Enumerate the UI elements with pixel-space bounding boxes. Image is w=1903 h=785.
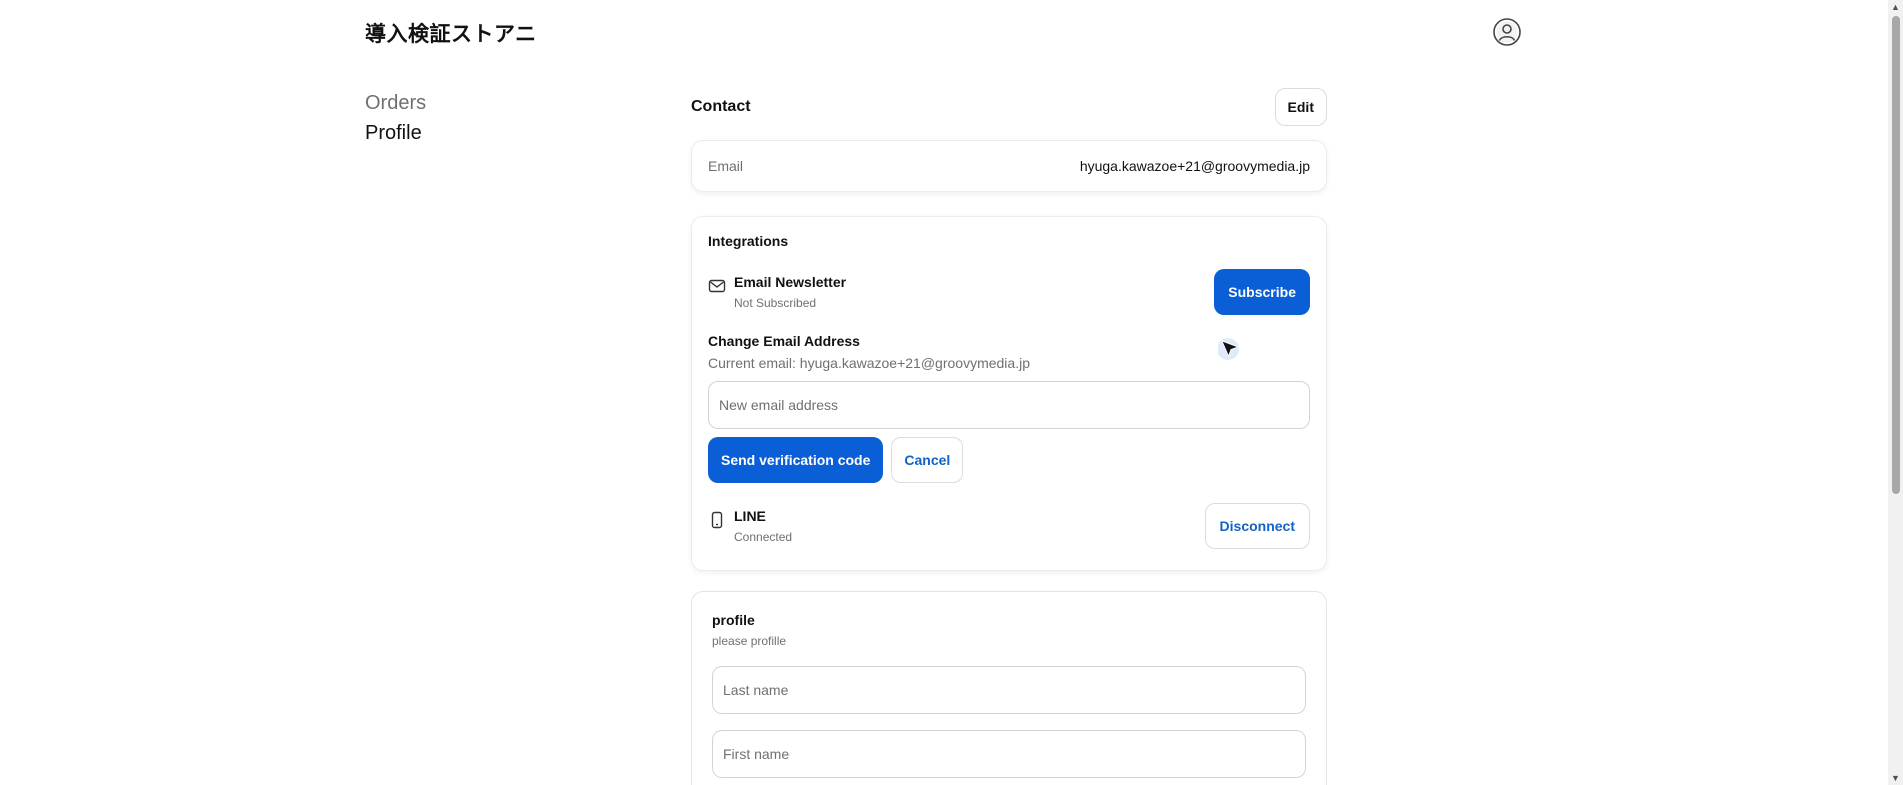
side-nav: Orders Profile [365, 88, 426, 148]
nav-item-profile[interactable]: Profile [365, 118, 426, 148]
integrations-title: Integrations [708, 233, 789, 249]
change-email-actions: Send verification code Cancel [708, 437, 1310, 483]
current-email-text: Current email: hyuga.kawazoe+21@groovyme… [708, 355, 1030, 371]
newsletter-status: Not Subscribed [734, 296, 817, 310]
line-status: Connected [734, 530, 793, 544]
email-value: hyuga.kawazoe+21@groovymedia.jp [1079, 158, 1310, 174]
mobile-phone-icon [711, 511, 723, 529]
scroll-down-arrow-icon[interactable]: ▼ [1891, 773, 1900, 783]
contact-header: Contact Edit [691, 88, 1327, 126]
email-label: Email [708, 158, 744, 174]
new-email-input[interactable] [708, 381, 1310, 429]
profile-card: profile please profille [691, 591, 1327, 785]
line-row: LINE Connected Disconnect [708, 503, 1310, 549]
line-info: LINE Connected [708, 508, 792, 544]
vertical-scrollbar[interactable]: ▲ ▼ [1888, 0, 1903, 785]
store-name[interactable]: 導入検証ストアニ [365, 18, 537, 48]
scroll-up-arrow-icon[interactable]: ▲ [1891, 2, 1900, 12]
mail-icon [708, 279, 726, 293]
main-content: Contact Edit Email hyuga.kawazoe+21@groo… [691, 88, 1327, 785]
page: 導入検証ストアニ Orders Profile Contact Edit Ema… [0, 0, 1903, 785]
account-button[interactable] [1492, 17, 1522, 47]
scrollbar-thumb[interactable] [1892, 16, 1900, 494]
cancel-button[interactable]: Cancel [891, 437, 964, 483]
newsletter-info: Email Newsletter Not Subscribed [708, 274, 846, 310]
profile-subtitle: please profille [712, 634, 787, 648]
disconnect-button[interactable]: Disconnect [1204, 503, 1310, 549]
newsletter-name: Email Newsletter [734, 274, 847, 290]
nav-item-orders[interactable]: Orders [365, 88, 426, 118]
edit-contact-button[interactable]: Edit [1274, 88, 1327, 126]
last-name-input[interactable] [712, 666, 1306, 714]
integrations-card: Integrations Email Newsletter Not Subscr… [691, 216, 1327, 571]
email-card: Email hyuga.kawazoe+21@groovymedia.jp [691, 140, 1327, 192]
profile-title: profile [712, 612, 755, 628]
user-circle-icon [1493, 18, 1521, 46]
subscribe-button[interactable]: Subscribe [1214, 269, 1310, 315]
change-email-title: Change Email Address [708, 333, 860, 349]
line-name: LINE [734, 508, 766, 524]
contact-title: Contact [691, 98, 751, 115]
newsletter-row: Email Newsletter Not Subscribed Subscrib… [708, 269, 1310, 315]
send-verification-code-button[interactable]: Send verification code [708, 437, 884, 483]
first-name-input[interactable] [712, 730, 1306, 778]
